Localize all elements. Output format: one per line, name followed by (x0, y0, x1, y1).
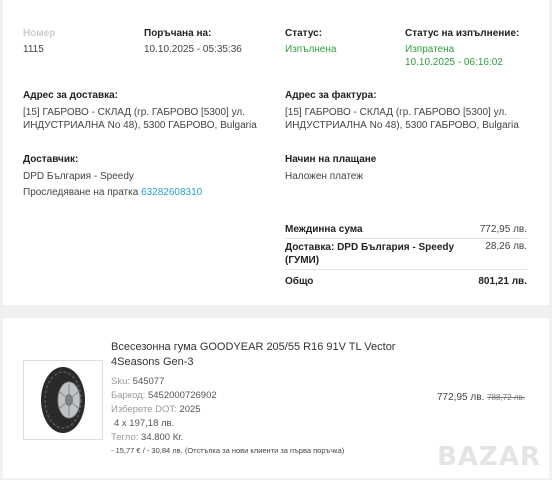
tire-icon (41, 367, 85, 433)
delivery-label-line1: Доставка: DPD България - Speedy (285, 242, 455, 253)
weight-value: 34.800 Кг. (141, 432, 184, 443)
delivery-label-line2: (ГУМИ) (285, 255, 320, 266)
sku-value: 545077 (132, 376, 165, 387)
discount-note: - 15,77 € / - 30,84 лв. (Отстъпка за нов… (111, 446, 345, 455)
product-title-line2: 4Seasons Gen-3 (111, 356, 194, 368)
ordered-at: 10.10.2025 - 05:35:36 (144, 44, 242, 55)
barcode-row: Баркод: 5452000726902 (111, 390, 217, 401)
billing-address-label: Адрес за фактура: (285, 90, 377, 101)
old-price: 788,72 лв. (487, 393, 525, 402)
weight-label: Тегло: (111, 432, 139, 443)
order-item-card: Всесезонна гума GOODYEAR 205/55 R16 91V … (3, 318, 549, 478)
price-block: 772,95 лв. 788,72 лв. (437, 392, 525, 403)
payment-value: Наложен платеж (285, 171, 363, 182)
barcode-label: Баркод: (111, 390, 146, 401)
tracking-label: Проследяване на пратка (23, 187, 139, 198)
fulfillment-date: 10.10.2025 - 06:16:02 (405, 57, 503, 68)
order-number: 1115 (23, 44, 44, 55)
billing-address-line2: ИНДУСТРИАЛНА No 48), 5300 ГАБРОВО, Bulga… (285, 120, 519, 131)
divider (285, 269, 527, 270)
sku-label: Sku: (111, 376, 131, 387)
status-label: Статус: (285, 28, 323, 39)
carrier-label: Доставчик: (23, 154, 79, 165)
divider (285, 238, 527, 239)
delivery-value: 28,26 лв. (485, 241, 527, 252)
subtotal-value: 772,95 лв. (479, 224, 527, 235)
product-image[interactable] (23, 360, 103, 440)
carrier-value: DPD България - Speedy (23, 171, 134, 182)
status-value: Изпълнена (285, 44, 337, 55)
dot-value: 2025 (179, 404, 201, 415)
tracking-row: Проследяване на пратка 63282608310 (23, 186, 202, 199)
order-details-card: Номер 1115 Поръчана на: 10.10.2025 - 05:… (3, 0, 549, 305)
barcode-value: 5452000726902 (147, 390, 217, 401)
dot-label: Изберете DOT: (111, 404, 177, 415)
subtotal-label: Междинна сума (285, 224, 363, 235)
sku-row: Sku: 545077 (111, 376, 164, 387)
total-value: 801,21 лв. (478, 276, 527, 287)
dot-row: Изберете DOT: 2025 (111, 404, 201, 415)
quantity-price: 4 x 197,18 лв. (114, 418, 175, 429)
shipping-address-label: Адрес за доставка: (23, 90, 119, 101)
tracking-number-link[interactable]: 63282608310 (141, 187, 202, 198)
total-label: Общо (285, 276, 314, 287)
shipping-address-line1: [15] ГАБРОВО - СКЛАД (гр. ГАБРОВО [5300]… (23, 107, 246, 118)
billing-address-line1: [15] ГАБРОВО - СКЛАД (гр. ГАБРОВО [5300]… (285, 107, 508, 118)
ordered-label: Поръчана на: (144, 28, 212, 39)
weight-row: Тегло: 34.800 Кг. (111, 432, 183, 443)
payment-label: Начин на плащане (285, 154, 377, 165)
current-price: 772,95 лв. (437, 392, 485, 403)
delivery-label: Доставка: DPD България - Speedy (ГУМИ) (285, 241, 454, 267)
fulfillment-label: Статус на изпълнение: (405, 28, 520, 39)
product-title[interactable]: Всесезонна гума GOODYEAR 205/55 R16 91V … (111, 340, 395, 370)
watermark-logo: BAZAR (437, 442, 541, 472)
shipping-address-line2: ИНДУСТРИАЛНА No 48), 5300 ГАБРОВО, Bulga… (23, 120, 257, 131)
order-number-label: Номер (23, 28, 56, 39)
fulfillment-status: Изпратена (405, 44, 455, 55)
product-title-line1: Всесезонна гума GOODYEAR 205/55 R16 91V … (111, 341, 396, 353)
